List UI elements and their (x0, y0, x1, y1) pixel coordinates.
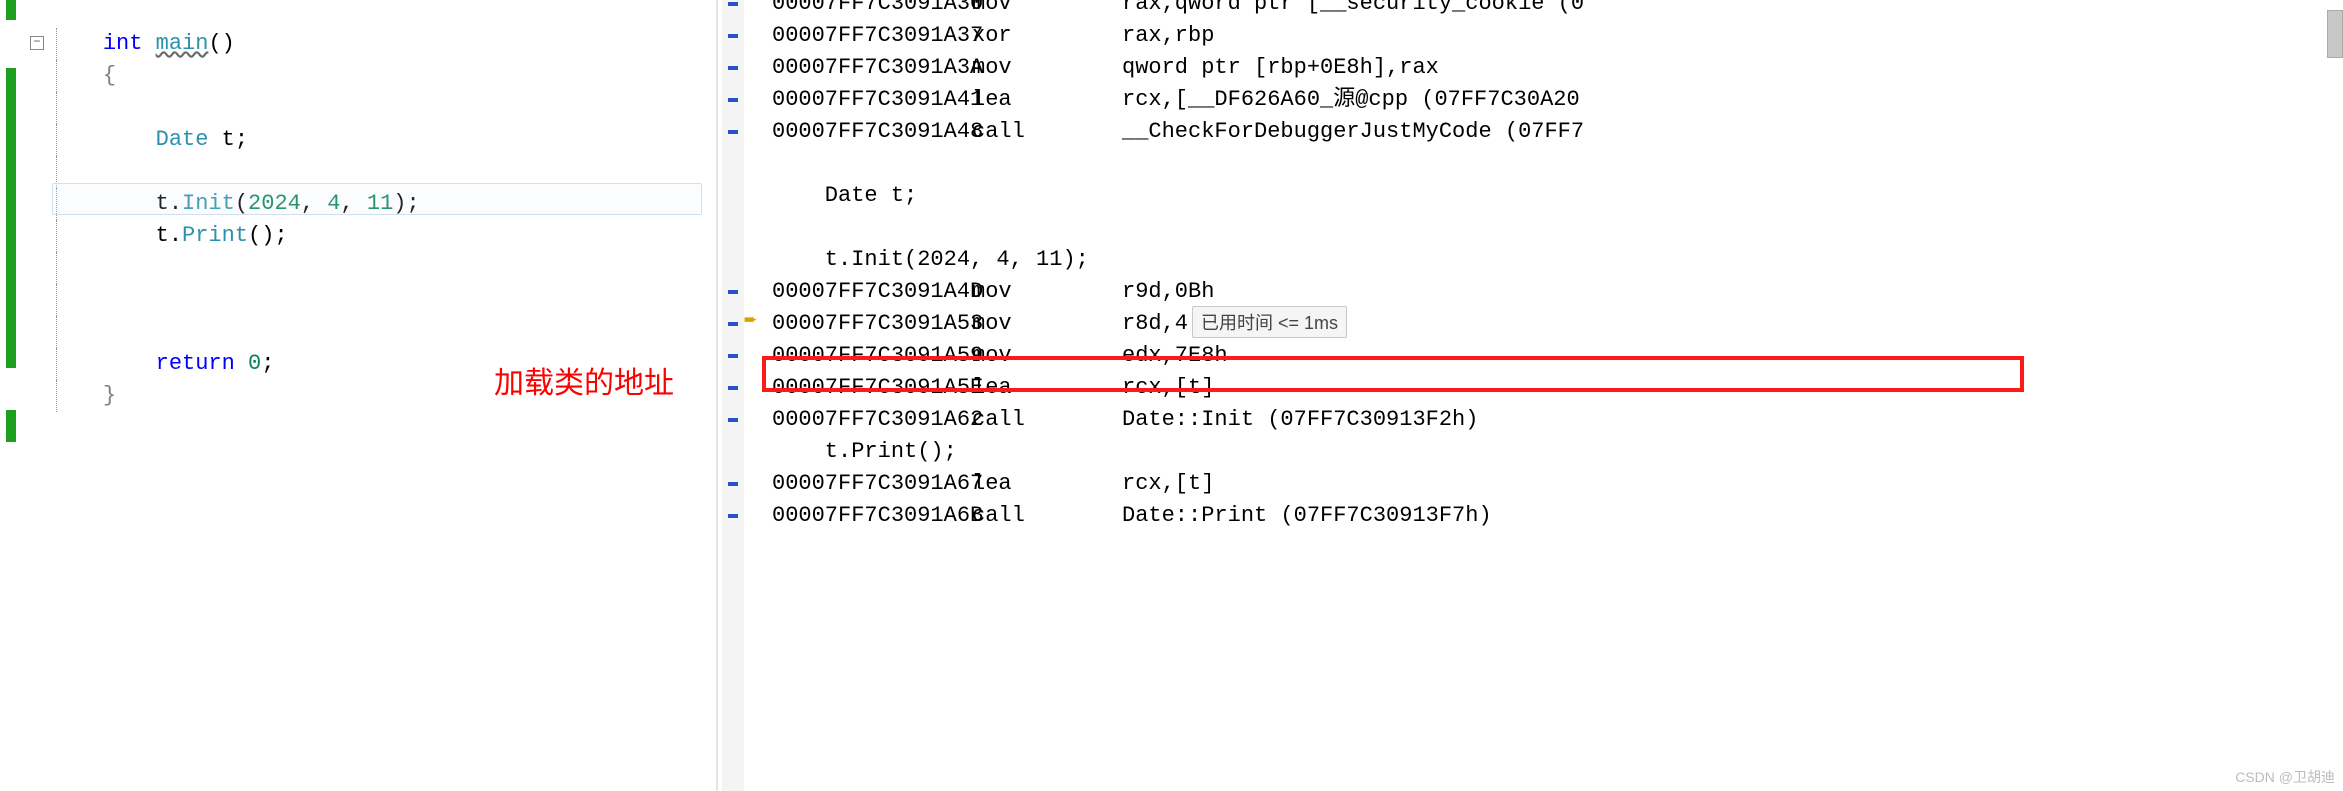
disasm-row[interactable] (722, 212, 2343, 244)
source-line[interactable]: int main() (0, 28, 714, 60)
operands: Date::Print (07FF7C30913F7h) (1122, 503, 1492, 528)
code-token: t; (208, 127, 248, 152)
disasm-row[interactable]: 00007FF7C3091A41learcx,[__DF626A60_源@cpp… (722, 84, 2343, 116)
disasm-row[interactable]: 00007FF7C3091A4Dmovr9d,0Bh (722, 276, 2343, 308)
highlight-box (762, 356, 2024, 392)
code-token: { (103, 63, 116, 88)
operands: Date::Init (07FF7C30913F2h) (1122, 407, 1478, 432)
code-token: return (156, 351, 248, 376)
change-marker (6, 410, 16, 442)
disasm-row[interactable]: t.Init(2024, 4, 11); (722, 244, 2343, 276)
breakpoint-indicator[interactable] (728, 482, 738, 486)
opcode: mov (972, 276, 1122, 308)
breakpoint-indicator[interactable] (728, 322, 738, 326)
disasm-row[interactable]: 00007FF7C3091A67learcx,[t] (722, 468, 2343, 500)
operands: rcx,[__DF626A60_源@cpp (07FF7C30A20 (1122, 87, 1580, 112)
operands: __CheckForDebuggerJustMyCode (07FF7 (1122, 119, 1584, 144)
breakpoint-indicator[interactable] (728, 34, 738, 38)
address: 00007FF7C3091A3A (772, 52, 972, 84)
code-token: (); (248, 223, 288, 248)
address: 00007FF7C3091A62 (772, 404, 972, 436)
code-token: ; (261, 351, 274, 376)
breakpoint-indicator[interactable] (728, 354, 738, 358)
operands: rcx,[t] (1122, 471, 1214, 496)
source-code-pane[interactable]: int main() { Date t; t.Init(2024, 4, 11)… (0, 0, 714, 791)
breakpoint-indicator[interactable] (728, 98, 738, 102)
code-token: 0 (248, 351, 261, 376)
breakpoint-indicator[interactable] (728, 2, 738, 6)
watermark: CSDN @卫胡迪 (2235, 767, 2335, 787)
disasm-row[interactable]: 00007FF7C3091A37xorrax,rbp (722, 20, 2343, 52)
current-line-highlight (52, 183, 702, 215)
disasm-row[interactable]: 00007FF7C3091A53movr8d,4 (722, 308, 2343, 340)
breakpoint-indicator[interactable] (728, 514, 738, 518)
opcode: xor (972, 20, 1122, 52)
opcode: lea (972, 84, 1122, 116)
operands: r8d,4 (1122, 311, 1188, 336)
opcode: call (972, 500, 1122, 532)
opcode: mov (972, 0, 1122, 20)
source-line[interactable] (0, 92, 714, 124)
address: 00007FF7C3091A30 (772, 0, 972, 20)
source-line[interactable]: Date t; (0, 124, 714, 156)
annotation-text: 加载类的地址 (494, 358, 674, 402)
code-token: t. (156, 223, 182, 248)
opcode: call (972, 116, 1122, 148)
address: 00007FF7C3091A41 (772, 84, 972, 116)
disasm-row[interactable]: 00007FF7C3091A6BcallDate::Print (07FF7C3… (722, 500, 2343, 532)
source-inline: t.Print(); (772, 439, 957, 464)
address: 00007FF7C3091A48 (772, 116, 972, 148)
pane-divider[interactable] (716, 0, 718, 791)
disasm-row[interactable]: Date t; (722, 180, 2343, 212)
opcode: mov (972, 52, 1122, 84)
disasm-row[interactable]: 00007FF7C3091A48call__CheckForDebuggerJu… (722, 116, 2343, 148)
operands: r9d,0Bh (1122, 279, 1214, 304)
breakpoint-indicator[interactable] (728, 418, 738, 422)
current-instruction-arrow: ➨ (744, 308, 757, 334)
disasm-row[interactable]: 00007FF7C3091A30movrax,qword ptr [__secu… (722, 0, 2343, 20)
address: 00007FF7C3091A4D (772, 276, 972, 308)
change-marker (6, 0, 16, 20)
operands: qword ptr [rbp+0E8h],rax (1122, 55, 1439, 80)
source-line[interactable]: t.Print(); (0, 220, 714, 252)
breakpoint-indicator[interactable] (728, 66, 738, 70)
code-token: Date (156, 127, 209, 152)
disasm-row[interactable] (722, 148, 2343, 180)
disasm-row[interactable]: 00007FF7C3091A62callDate::Init (07FF7C30… (722, 404, 2343, 436)
opcode: call (972, 404, 1122, 436)
code-token: () (208, 31, 234, 56)
address: 00007FF7C3091A67 (772, 468, 972, 500)
opcode: lea (972, 468, 1122, 500)
code-token: main (156, 31, 209, 56)
source-line[interactable] (0, 252, 714, 284)
operands: rax,qword ptr [__security_cookie (0 (1122, 0, 1584, 16)
code-token: } (103, 383, 116, 408)
source-inline: t.Init(2024, 4, 11); (772, 247, 1089, 272)
disassembly-pane[interactable]: 00007FF7C3091A30movrax,qword ptr [__secu… (722, 0, 2343, 791)
breakpoint-indicator[interactable] (728, 130, 738, 134)
source-line[interactable] (0, 284, 714, 316)
scrollbar-thumb[interactable] (2327, 10, 2343, 58)
elapsed-time-tooltip: 已用时间 <= 1ms (1192, 306, 1347, 338)
address: 00007FF7C3091A6B (772, 500, 972, 532)
source-line[interactable] (0, 316, 714, 348)
code-token: int (103, 31, 156, 56)
disasm-row[interactable]: t.Print(); (722, 436, 2343, 468)
collapse-toggle-icon[interactable]: − (30, 36, 44, 50)
disasm-row[interactable]: 00007FF7C3091A3Amovqword ptr [rbp+0E8h],… (722, 52, 2343, 84)
code-token: Print (182, 223, 248, 248)
address: 00007FF7C3091A53 (772, 308, 972, 340)
source-inline: Date t; (772, 183, 917, 208)
source-line[interactable]: { (0, 60, 714, 92)
breakpoint-indicator[interactable] (728, 290, 738, 294)
breakpoint-indicator[interactable] (728, 386, 738, 390)
operands: rax,rbp (1122, 23, 1214, 48)
address: 00007FF7C3091A37 (772, 20, 972, 52)
opcode: mov (972, 308, 1122, 340)
